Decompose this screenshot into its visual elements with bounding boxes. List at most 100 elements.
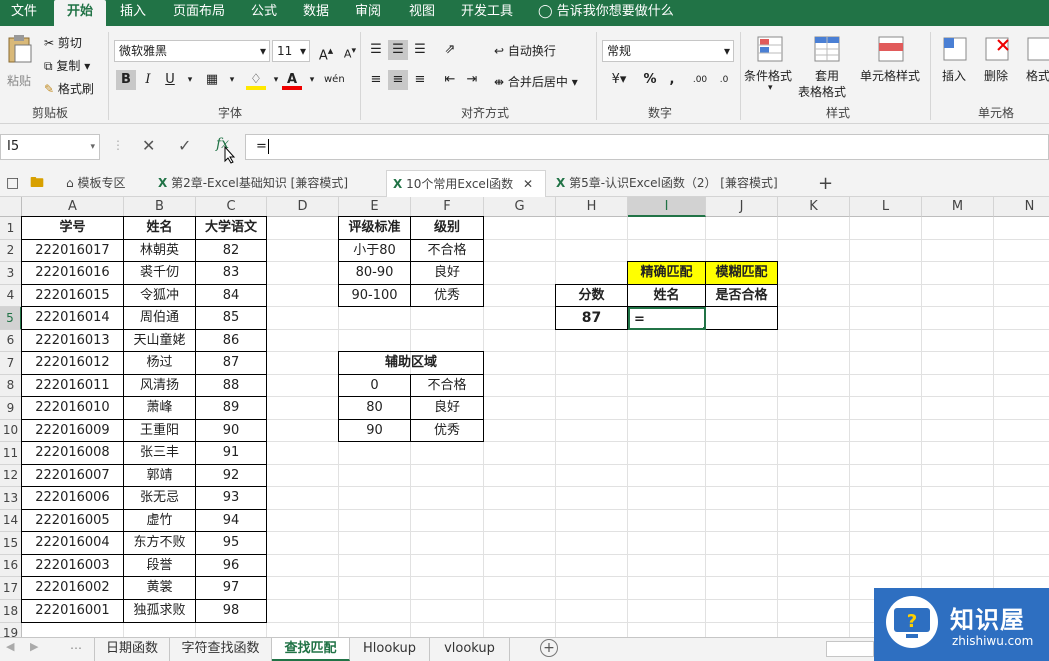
column-header-c[interactable]: C: [196, 197, 267, 217]
column-header-j[interactable]: J: [706, 197, 778, 217]
format-painter-button[interactable]: ✎ 格式刷: [44, 80, 94, 97]
fill-color-icon[interactable]: ♢: [246, 70, 266, 90]
align-center-icon[interactable]: ≡: [388, 70, 408, 90]
row-header-3[interactable]: 3: [0, 262, 22, 285]
orientation-icon[interactable]: ⇗: [440, 40, 460, 60]
decrease-font-icon[interactable]: A▾: [340, 41, 360, 61]
sheet-tab-vlookup[interactable]: vlookup: [430, 638, 510, 661]
percent-button[interactable]: %: [640, 70, 660, 90]
tell-me-search[interactable]: ◯ 告诉我你想要做什么: [538, 0, 674, 26]
row-header-14[interactable]: 14: [0, 510, 22, 532]
doc-tab-chapter5[interactable]: X 第5章-认识Excel函数（2） [兼容模式]: [550, 170, 808, 197]
select-all-corner[interactable]: [0, 197, 22, 217]
active-cell-i5[interactable]: =: [628, 307, 706, 330]
wrap-text-button[interactable]: ↩ 自动换行: [494, 42, 556, 59]
row-header-11[interactable]: 11: [0, 442, 22, 465]
scroll-left-icon[interactable]: ◀: [6, 640, 14, 653]
enter-check-icon[interactable]: ✓: [178, 136, 191, 155]
row-header-9[interactable]: 9: [0, 397, 22, 420]
column-header-f[interactable]: F: [411, 197, 484, 217]
drag-handle-icon[interactable]: ⋮: [112, 138, 124, 152]
column-header-l[interactable]: L: [850, 197, 922, 217]
align-top-icon[interactable]: ☰: [366, 40, 386, 60]
insert-cells-button[interactable]: 插入: [938, 34, 972, 100]
row-header-10[interactable]: 10: [0, 420, 22, 442]
phonetic-icon[interactable]: wén: [324, 70, 345, 90]
paste-button[interactable]: 粘贴: [4, 34, 34, 96]
font-size-select[interactable]: 11 ▾: [272, 40, 310, 62]
formula-input[interactable]: =: [245, 134, 1049, 160]
row-header-12[interactable]: 12: [0, 465, 22, 487]
column-header-i[interactable]: I: [628, 197, 706, 217]
font-color-icon[interactable]: A: [282, 70, 302, 90]
column-header-h[interactable]: H: [556, 197, 628, 217]
add-sheet-icon[interactable]: +: [540, 639, 558, 657]
copy-button[interactable]: ⧉ 复制 ▾: [44, 57, 90, 74]
new-document-icon[interactable]: □: [6, 170, 19, 197]
align-bottom-icon[interactable]: ☰: [410, 40, 430, 60]
column-header-n[interactable]: N: [994, 197, 1049, 217]
cut-button[interactable]: ✂ 剪切: [44, 34, 82, 51]
fill-handle[interactable]: [702, 326, 704, 328]
sheet-tab-date[interactable]: 日期函数: [94, 638, 170, 661]
column-header-k[interactable]: K: [778, 197, 850, 217]
row-header-5[interactable]: 5: [0, 307, 22, 330]
tab-developer[interactable]: 开发工具: [452, 0, 522, 26]
font-name-select[interactable]: 微软雅黑 ▾: [114, 40, 270, 62]
row-header-16[interactable]: 16: [0, 555, 22, 577]
doc-tab-functions[interactable]: X 10个常用Excel函数 ✕: [386, 170, 546, 197]
add-tab-icon[interactable]: +: [818, 170, 833, 197]
delete-cells-button[interactable]: 删除: [980, 34, 1014, 100]
chevron-down-icon[interactable]: ▾: [222, 70, 242, 90]
row-header-4[interactable]: 4: [0, 285, 22, 307]
tab-formulas[interactable]: 公式: [242, 0, 286, 26]
column-header-e[interactable]: E: [339, 197, 411, 217]
tab-insert[interactable]: 插入: [110, 0, 156, 26]
row-header-6[interactable]: 6: [0, 330, 22, 352]
conditional-format-button[interactable]: 条件格式 ▾: [744, 34, 798, 100]
bold-button[interactable]: B: [116, 70, 136, 90]
row-header-8[interactable]: 8: [0, 375, 22, 397]
underline-button[interactable]: U: [160, 70, 180, 90]
increase-indent-icon[interactable]: ⇥: [462, 70, 482, 90]
tab-view[interactable]: 视图: [400, 0, 444, 26]
close-icon[interactable]: ✕: [523, 177, 533, 191]
name-box[interactable]: I5 ▾: [0, 134, 100, 160]
row-header-13[interactable]: 13: [0, 487, 22, 510]
sheet-tab-hlookup[interactable]: Hlookup: [350, 638, 430, 661]
row-header-2[interactable]: 2: [0, 240, 22, 262]
align-left-icon[interactable]: ≡: [366, 70, 386, 90]
align-right-icon[interactable]: ≡: [410, 70, 430, 90]
folder-icon[interactable]: 🖿: [30, 170, 44, 197]
decrease-decimal-icon[interactable]: .0: [714, 70, 734, 90]
merge-center-button[interactable]: ⇼ 合并后居中 ▾: [494, 73, 578, 90]
row-header-7[interactable]: 7: [0, 352, 22, 375]
cancel-icon[interactable]: ✕: [142, 136, 155, 155]
sheet-tab-text-search[interactable]: 字符查找函数: [170, 638, 272, 661]
cell-styles-button[interactable]: 单元格样式: [860, 34, 924, 100]
comma-button[interactable]: ,: [662, 70, 682, 90]
row-header-19[interactable]: 19: [0, 623, 22, 637]
format-as-table-button[interactable]: 套用 表格格式: [798, 34, 856, 100]
doc-tab-templates[interactable]: ⌂ 模板专区: [58, 170, 148, 197]
italic-button[interactable]: I: [138, 70, 158, 90]
decrease-indent-icon[interactable]: ⇤: [440, 70, 460, 90]
border-icon[interactable]: ▦: [202, 70, 222, 90]
currency-icon[interactable]: ¥▾: [604, 70, 634, 90]
increase-decimal-icon[interactable]: .00: [690, 70, 710, 90]
tab-file[interactable]: 文件: [0, 0, 48, 26]
column-header-g[interactable]: G: [484, 197, 556, 217]
format-cells-button[interactable]: 格式: [1022, 34, 1049, 100]
row-header-17[interactable]: 17: [0, 577, 22, 600]
align-middle-icon[interactable]: ☰: [388, 40, 408, 60]
column-header-a[interactable]: A: [22, 197, 124, 217]
scroll-right-icon[interactable]: ▶: [30, 640, 38, 653]
horizontal-scrollbar[interactable]: [826, 641, 874, 657]
sheet-tab-lookup[interactable]: 查找匹配: [272, 638, 350, 661]
tab-review[interactable]: 审阅: [346, 0, 390, 26]
row-header-15[interactable]: 15: [0, 532, 22, 555]
more-sheets-icon[interactable]: …: [70, 638, 82, 652]
chevron-down-icon[interactable]: ▾: [180, 70, 200, 90]
column-header-d[interactable]: D: [267, 197, 339, 217]
tab-home[interactable]: 开始: [54, 0, 106, 26]
